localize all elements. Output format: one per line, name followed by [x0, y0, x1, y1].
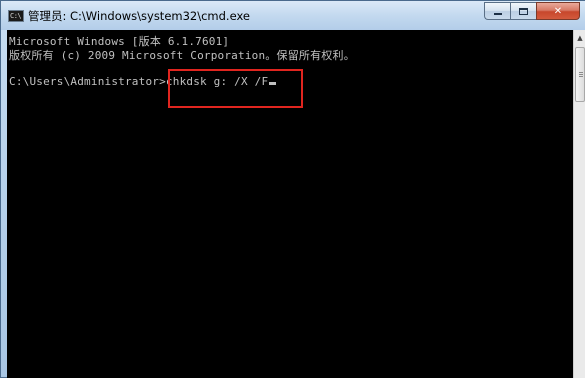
close-icon: ✕: [553, 5, 563, 17]
minimize-icon: [493, 13, 502, 15]
window-title: 管理员: C:\Windows\system32\cmd.exe: [28, 9, 250, 23]
grip-line: [579, 72, 583, 73]
prompt: C:\Users\Administrator>: [9, 75, 166, 88]
chevron-up-icon: ▲: [577, 34, 583, 42]
window-controls: ✕: [484, 2, 580, 20]
maximize-icon: [519, 7, 528, 15]
maximize-button[interactable]: [510, 2, 536, 20]
minimize-button[interactable]: [484, 2, 510, 20]
command-highlight-box: [168, 69, 303, 108]
cmd-icon[interactable]: C:\: [8, 10, 24, 22]
console-line: 版权所有 (c) 2009 Microsoft Corporation。保留所有…: [9, 49, 355, 62]
close-button[interactable]: ✕: [536, 2, 580, 20]
grip-line: [579, 76, 583, 77]
vertical-scrollbar[interactable]: ▲: [573, 30, 585, 378]
cmd-window: C:\ 管理员: C:\Windows\system32\cmd.exe ✕ M…: [0, 0, 585, 378]
grip-line: [579, 74, 583, 75]
scroll-thumb[interactable]: [575, 47, 585, 102]
scroll-up-button[interactable]: ▲: [574, 30, 585, 46]
title-bar[interactable]: C:\ 管理员: C:\Windows\system32\cmd.exe ✕: [1, 1, 585, 30]
